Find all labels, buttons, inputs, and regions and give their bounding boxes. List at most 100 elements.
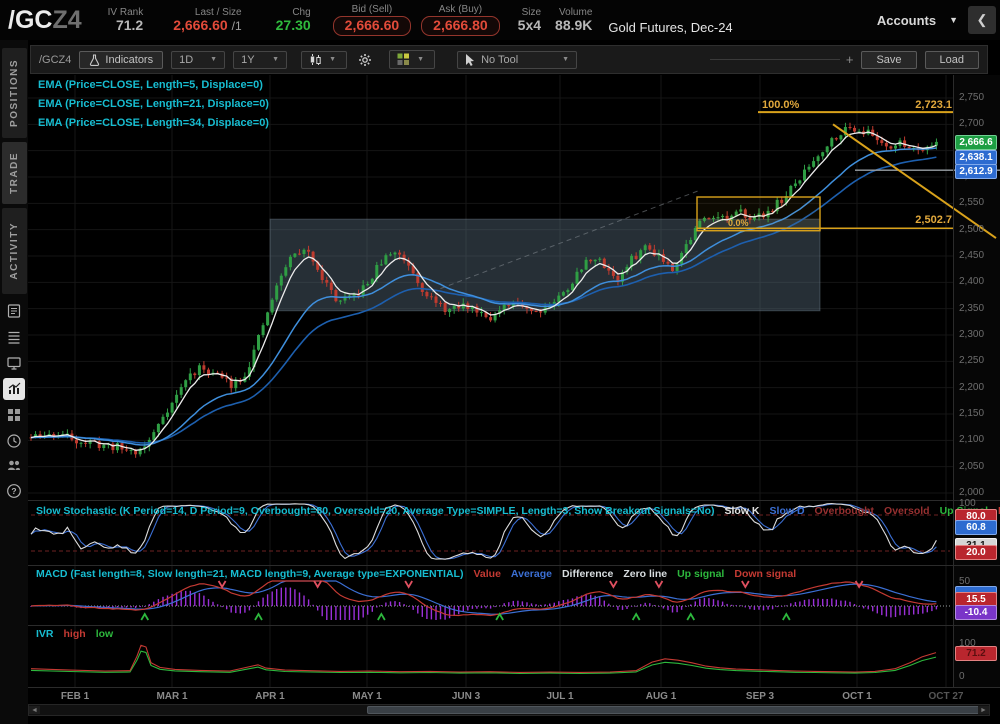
legend-item: Average [511, 568, 552, 580]
change-field: Chg 27.30 [276, 7, 311, 33]
x-axis-label: SEP 3 [737, 691, 783, 702]
chevron-left-icon: ❮ [977, 12, 988, 28]
grid-layout-dropdown[interactable]: ▼ [389, 50, 435, 69]
x-axis-label: MAR 1 [149, 691, 195, 702]
trading-platform-window: /GCZ4 IV Rank 71.2 Last / Size 2,666.60 … [0, 0, 1000, 724]
legend-item: Value [473, 568, 500, 580]
zoom-in-button[interactable]: + [846, 52, 854, 67]
accounts-label: Accounts [877, 13, 936, 28]
beaker-icon [89, 54, 100, 66]
indicators-label: Indicators [105, 54, 153, 66]
stochastic-title-text: Slow Stochastic (K Period=14, D Period=9… [36, 505, 715, 517]
product-description: Gold Futures, Dec-24 [608, 20, 732, 35]
range-dropdown[interactable]: 1Y ▼ [233, 51, 287, 69]
x-axis-label: JUL 1 [537, 691, 583, 702]
cursor-icon [465, 54, 475, 66]
chart-icon[interactable] [3, 378, 25, 400]
bid-label: Bid (Sell) [352, 4, 393, 15]
collapse-panel-button[interactable]: ❮ [968, 6, 996, 34]
save-button[interactable]: Save [861, 51, 916, 69]
x-axis-label: APR 1 [247, 691, 293, 702]
tool-label: No Tool [481, 54, 518, 66]
volume-field: Volume 88.9K [555, 7, 592, 33]
x-axis-label: FEB 1 [52, 691, 98, 702]
chart-settings-gear-icon[interactable] [355, 49, 375, 71]
chevron-down-icon: ▼ [949, 15, 958, 25]
chevron-down-icon: ▼ [210, 56, 217, 63]
monitor-icon[interactable] [3, 352, 25, 374]
symbol-root: /GC [8, 6, 52, 34]
legend-item: Up Signal [940, 505, 988, 517]
drawing-tool-dropdown[interactable]: No Tool ▼ [457, 51, 577, 69]
time-scrollbar[interactable]: ◄ ► [28, 704, 990, 716]
position-statement-icon[interactable] [3, 300, 25, 322]
clock-icon[interactable] [3, 430, 25, 452]
save-label: Save [876, 54, 901, 66]
size-field: Size 5x4 [518, 7, 541, 33]
sidebar-tab-activity[interactable]: ACTIVITY [2, 208, 27, 294]
stochastic-study-header[interactable]: Slow Stochastic (K Period=14, D Period=9… [36, 505, 1000, 517]
x-axis-label: JUN 3 [443, 691, 489, 702]
volume-value: 88.9K [555, 18, 592, 33]
scrollbar-thumb[interactable] [367, 706, 985, 714]
grid-apps-icon[interactable] [3, 404, 25, 426]
symbol-title: /GCZ4 [8, 6, 82, 35]
size-value: 5x4 [518, 18, 541, 33]
sidebar-tab-positions[interactable]: POSITIONS [2, 48, 27, 138]
chart-style-dropdown[interactable]: ▼ [301, 51, 347, 69]
price-chart[interactable] [28, 75, 1000, 688]
left-rail: POSITIONS TRADE ACTIVITY ? [0, 40, 28, 724]
legend-item: Up signal [677, 568, 724, 580]
ask-button[interactable]: 2,666.80 [421, 16, 500, 35]
zoom-track[interactable] [710, 59, 840, 60]
timeframe-value: 1D [179, 54, 193, 66]
x-axis-label: OCT 27 [923, 691, 969, 702]
indicators-button[interactable]: Indicators [79, 51, 163, 69]
chart-toolbar: /GCZ4 Indicators 1D ▼ 1Y ▼ ▼ ▼ No Tool ▼ [30, 45, 988, 74]
change-value: 27.30 [276, 18, 311, 33]
chevron-down-icon: ▼ [562, 56, 569, 63]
chevron-down-icon: ▼ [329, 56, 336, 63]
ivr-study-header[interactable]: IVR highlow [36, 628, 113, 640]
timeframe-dropdown[interactable]: 1D ▼ [171, 51, 225, 69]
legend-item: IVR [36, 628, 54, 640]
last-size-field: Last / Size 2,666.60 /1 [173, 7, 241, 33]
chevron-down-icon: ▼ [272, 56, 279, 63]
load-label: Load [940, 54, 964, 66]
load-button[interactable]: Load [925, 51, 979, 69]
quote-header: /GCZ4 IV Rank 71.2 Last / Size 2,666.60 … [0, 0, 1000, 40]
bid-field: Bid (Sell) 2,666.60 [333, 4, 412, 35]
x-axis-label: OCT 1 [834, 691, 880, 702]
legend-item: Down signal [734, 568, 796, 580]
svg-text:?: ? [11, 486, 16, 496]
users-icon[interactable] [3, 454, 25, 476]
toolbar-symbol-label: /GCZ4 [39, 54, 71, 66]
iv-rank-field: IV Rank 71.2 [108, 7, 144, 33]
range-value: 1Y [241, 54, 254, 66]
tab-label: POSITIONS [9, 59, 20, 127]
candlestick-icon [309, 54, 322, 66]
tab-label: TRADE [9, 152, 20, 194]
time-zoom-slider[interactable]: + [710, 52, 854, 67]
scroll-right-arrow[interactable]: ► [978, 706, 989, 714]
legend-item: high [64, 628, 86, 640]
x-axis-label: MAY 1 [344, 691, 390, 702]
x-axis-label: AUG 1 [638, 691, 684, 702]
scroll-left-arrow[interactable]: ◄ [29, 706, 40, 714]
iv-rank-value: 71.2 [116, 18, 143, 33]
legend-item: Overbought [815, 505, 875, 517]
ask-field: Ask (Buy) 2,666.80 [421, 4, 500, 35]
legend-item: Oversold [884, 505, 930, 517]
ask-label: Ask (Buy) [439, 4, 482, 15]
legend-item: Zero line [623, 568, 667, 580]
sidebar-tab-trade[interactable]: TRADE [2, 142, 27, 204]
macd-study-header[interactable]: MACD (Fast length=8, Slow length=21, MAC… [36, 568, 796, 580]
legend-item: Slow K [725, 505, 760, 517]
last-size-value: /1 [232, 19, 242, 33]
bid-button[interactable]: 2,666.60 [333, 16, 412, 35]
legend-item: low [96, 628, 114, 640]
symbol-month: Z4 [52, 6, 81, 34]
help-icon[interactable]: ? [3, 480, 25, 502]
accounts-dropdown[interactable]: Accounts ▼ [877, 13, 958, 28]
watchlist-icon[interactable] [3, 326, 25, 348]
